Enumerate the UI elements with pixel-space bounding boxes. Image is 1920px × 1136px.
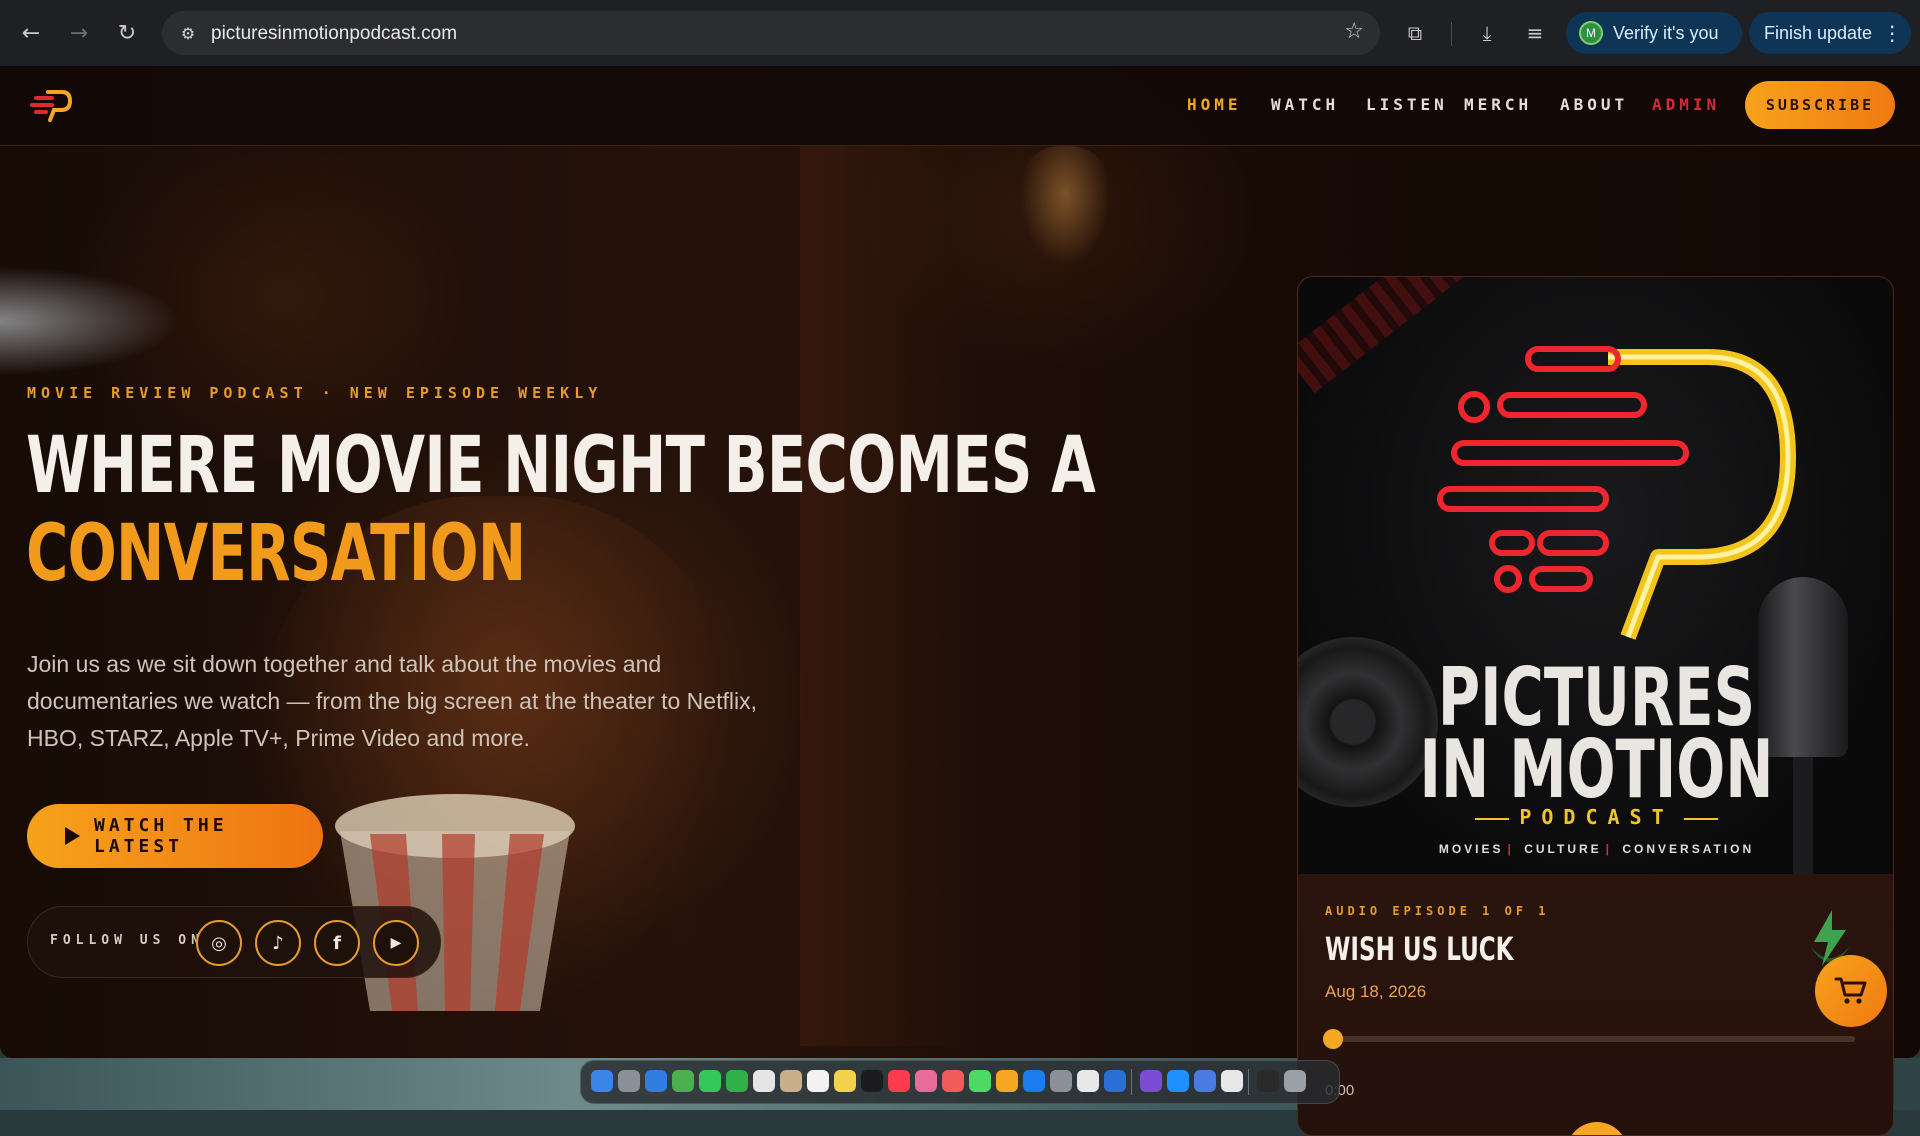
episode-count-label: AUDIO EPISODE 1 OF 1: [1325, 904, 1550, 918]
dock-app-icon[interactable]: [1077, 1070, 1099, 1092]
cover-title: PICTURES IN MOTION: [1382, 658, 1812, 816]
dock-app-icon[interactable]: [780, 1070, 802, 1092]
site-header: HOME WATCH LISTEN MERCH ABOUT ADMIN SUBS…: [0, 66, 1920, 146]
episode-title: WISH US LUCK: [1325, 930, 1514, 968]
hero-section: MOVIE REVIEW PODCAST · NEW EPISODE WEEKL…: [0, 66, 1920, 1136]
subscribe-button[interactable]: SUBSCRIBE: [1745, 81, 1895, 129]
dock-divider: [1248, 1069, 1249, 1095]
nav-home[interactable]: HOME: [1187, 95, 1242, 114]
audio-progress-bar[interactable]: [1325, 1036, 1855, 1042]
dock-app-icon[interactable]: [699, 1070, 721, 1092]
hero-eyebrow: MOVIE REVIEW PODCAST · NEW EPISODE WEEKL…: [27, 384, 603, 402]
cover-tag: CULTURE: [1524, 842, 1602, 856]
episode-card: PICTURES IN MOTION PODCAST MOVIES | CULTU…: [1297, 276, 1894, 1136]
dock-app-icon[interactable]: [753, 1070, 775, 1092]
dock-app-icon[interactable]: [1104, 1070, 1126, 1092]
dock-app-icon[interactable]: [807, 1070, 829, 1092]
finish-update-button[interactable]: Finish update ⋮: [1749, 12, 1911, 54]
nav-admin[interactable]: ADMIN: [1652, 95, 1720, 114]
nav-about[interactable]: ABOUT: [1560, 95, 1628, 114]
url-text[interactable]: picturesinmotionpodcast.com: [211, 23, 457, 45]
forward-icon[interactable]: →: [62, 16, 96, 50]
reload-icon[interactable]: ↻: [110, 16, 144, 50]
dock-app-icon[interactable]: [969, 1070, 991, 1092]
tiktok-icon[interactable]: ♪: [255, 920, 301, 966]
pictures-in-motion-logo[interactable]: [28, 88, 72, 124]
macos-dock: [580, 1060, 1340, 1104]
profile-avatar: M: [1579, 21, 1603, 45]
extensions-icon[interactable]: ⧉: [1400, 18, 1430, 48]
address-bar[interactable]: ⚙ picturesinmotionpodcast.com ☆: [162, 11, 1380, 55]
dock-app-icon[interactable]: [996, 1070, 1018, 1092]
dock-app-icon[interactable]: [1023, 1070, 1045, 1092]
follow-us-bar: FOLLOW US ON ◎ ♪ f ▶: [27, 906, 441, 978]
dock-app-icon[interactable]: [834, 1070, 856, 1092]
dock-app-icon[interactable]: [618, 1070, 640, 1092]
cover-subtitle: PODCAST: [1298, 805, 1893, 829]
facebook-icon[interactable]: f: [314, 920, 360, 966]
cover-title-line-2: IN MOTION: [1419, 723, 1774, 816]
play-icon: [65, 827, 80, 845]
back-icon[interactable]: ←: [14, 16, 48, 50]
cover-tag: MOVIES: [1438, 842, 1504, 856]
dock-app-icon[interactable]: [1284, 1070, 1306, 1092]
toolbar-divider: [1451, 22, 1452, 46]
nav-watch[interactable]: WATCH: [1271, 95, 1339, 114]
dock-app-icon[interactable]: [861, 1070, 883, 1092]
dock-app-icon[interactable]: [591, 1070, 613, 1092]
dock-app-icon[interactable]: [888, 1070, 910, 1092]
episode-player: AUDIO EPISODE 1 OF 1 WISH US LUCK Aug 18…: [1298, 874, 1893, 1135]
shopping-cart-icon: [1834, 977, 1867, 1004]
play-button[interactable]: [1566, 1122, 1628, 1135]
nav-listen[interactable]: LISTEN: [1366, 95, 1448, 114]
dock-app-icon[interactable]: [915, 1070, 937, 1092]
dock-app-icon[interactable]: [1257, 1070, 1279, 1092]
dock-app-icon[interactable]: [672, 1070, 694, 1092]
update-label: Finish update: [1764, 22, 1873, 43]
watch-latest-button[interactable]: WATCH THE LATEST: [27, 804, 323, 868]
podcast-cover-art: PICTURES IN MOTION PODCAST MOVIES | CULTU…: [1298, 277, 1893, 877]
headline-line-2: CONVERSATION: [26, 509, 526, 599]
cover-tag: CONVERSATION: [1622, 842, 1755, 856]
dock-app-icon[interactable]: [942, 1070, 964, 1092]
headline-line-1: WHERE MOVIE NIGHT BECOMES A: [26, 421, 1096, 511]
watch-latest-label: WATCH THE LATEST: [94, 815, 228, 857]
audio-progress-thumb[interactable]: [1323, 1029, 1343, 1049]
dock-app-icon[interactable]: [726, 1070, 748, 1092]
media-controls-icon[interactable]: ≡: [1520, 18, 1550, 48]
bookmark-star-icon[interactable]: ☆: [1344, 19, 1364, 44]
site-info-icon[interactable]: ⚙: [176, 21, 200, 45]
nav-merch[interactable]: MERCH: [1464, 95, 1532, 114]
dock-app-icon[interactable]: [1167, 1070, 1189, 1092]
dock-app-icon[interactable]: [1221, 1070, 1243, 1092]
episode-date: Aug 18, 2026: [1325, 982, 1427, 1001]
verify-label: Verify it's you: [1613, 22, 1719, 43]
neon-p-logo: [1437, 346, 1796, 640]
instagram-icon[interactable]: ◎: [196, 920, 242, 966]
browser-toolbar: ← → ↻ ⚙ picturesinmotionpodcast.com ☆ ⧉ …: [0, 0, 1920, 66]
hero-description: Join us as we sit down together and talk…: [27, 651, 757, 751]
downloads-icon[interactable]: ⤓: [1472, 18, 1502, 48]
cart-button[interactable]: [1815, 955, 1887, 1027]
verify-identity-button[interactable]: M Verify it's you: [1566, 12, 1742, 54]
hero-headline: WHERE MOVIE NIGHT BECOMES A CONVERSATION: [26, 421, 1096, 599]
dock-app-icon[interactable]: [1050, 1070, 1072, 1092]
kebab-menu-icon[interactable]: ⋮: [1882, 21, 1902, 45]
dock-app-icon[interactable]: [1194, 1070, 1216, 1092]
dock-app-icon[interactable]: [645, 1070, 667, 1092]
dock-app-icon[interactable]: [1140, 1070, 1162, 1092]
follow-label: FOLLOW US ON: [50, 933, 204, 948]
cover-tagline: MOVIES | CULTURE | CONVERSATION: [1438, 842, 1755, 856]
dock-divider: [1131, 1069, 1132, 1095]
youtube-icon[interactable]: ▶: [373, 920, 419, 966]
